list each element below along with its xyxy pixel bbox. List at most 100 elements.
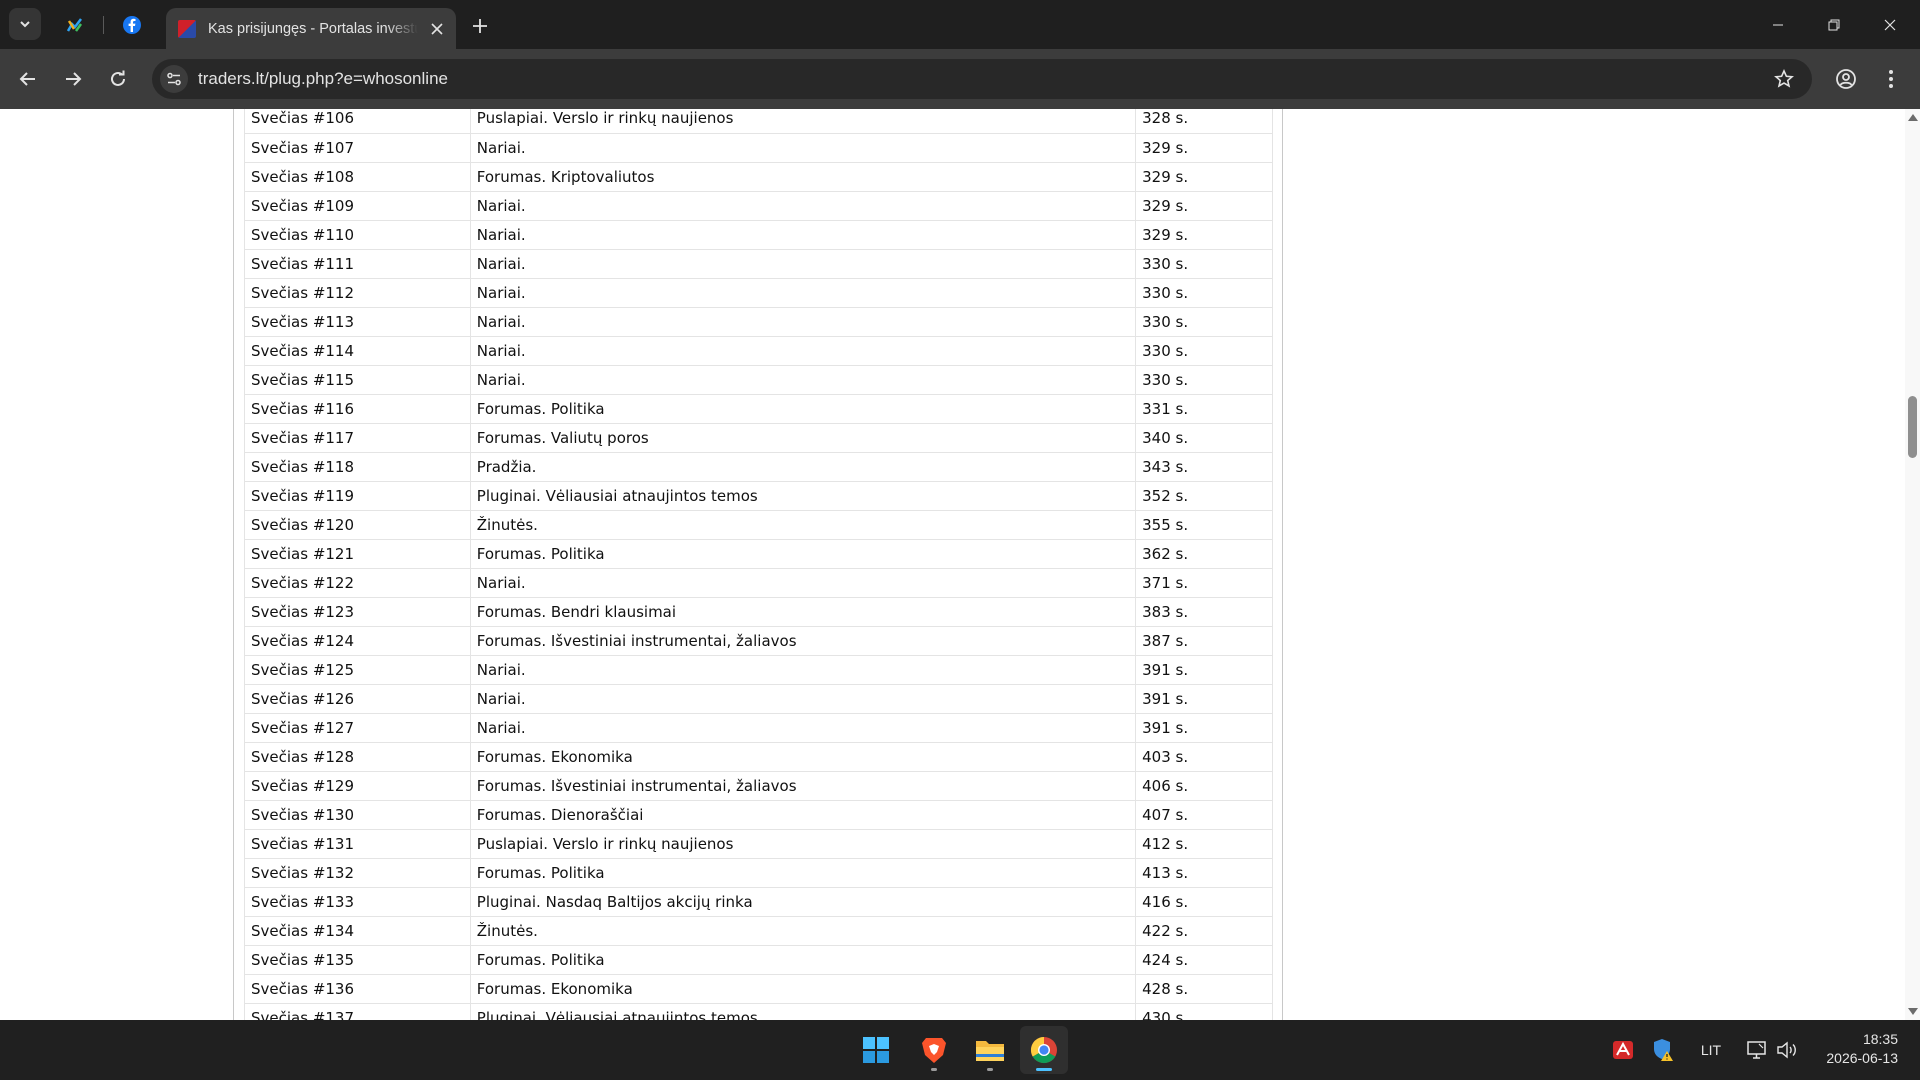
table-row: Svečias #134 Žinutės. 422 s. — [244, 916, 1273, 946]
tab-active[interactable]: Kas prisijungęs - Portalas investuotojam… — [166, 8, 456, 49]
taskbar: LIT 18:35 2026-06-13 — [0, 1020, 1920, 1080]
page-scrollbar[interactable] — [1905, 109, 1920, 1020]
tray-security[interactable] — [1648, 1020, 1678, 1080]
reload-button[interactable] — [102, 63, 134, 95]
user-name-cell: Svečias #130 — [244, 800, 471, 830]
user-name-cell: Svečias #126 — [244, 684, 471, 714]
user-name-cell: Svečias #132 — [244, 858, 471, 888]
windows-icon — [863, 1037, 889, 1063]
start-button[interactable] — [852, 1026, 900, 1074]
taskbar-file-explorer[interactable] — [966, 1026, 1014, 1074]
time-cell: 424 s. — [1135, 945, 1273, 975]
pinned-tab-facebook[interactable] — [117, 10, 147, 40]
time-cell: 430 s. — [1135, 1003, 1273, 1020]
new-tab-button[interactable] — [466, 12, 494, 40]
user-name-cell: Svečias #118 — [244, 452, 471, 482]
scrollbar-thumb[interactable] — [1908, 396, 1917, 458]
user-name-cell: Svečias #136 — [244, 974, 471, 1004]
table-row: Svečias #118 Pradžia. 343 s. — [244, 452, 1273, 482]
location-cell: Forumas. Dienoraščiai — [470, 800, 1137, 830]
forward-button[interactable] — [57, 63, 89, 95]
location-cell: Nariai. — [470, 307, 1137, 337]
taskbar-brave[interactable] — [910, 1026, 958, 1074]
location-cell: Forumas. Politika — [470, 539, 1137, 569]
language-indicator[interactable]: LIT — [1696, 1020, 1726, 1080]
tab-separator — [103, 16, 104, 34]
table-row: Svečias #112 Nariai. 330 s. — [244, 278, 1273, 308]
browser-toolbar: traders.lt/plug.php?e=whosonline — [0, 49, 1920, 109]
tray-app-icon[interactable] — [1608, 1020, 1638, 1080]
time-cell: 330 s. — [1135, 278, 1273, 308]
time-cell: 355 s. — [1135, 510, 1273, 540]
tray-volume[interactable] — [1772, 1020, 1802, 1080]
location-cell: Pradžia. — [470, 452, 1137, 482]
time-cell: 329 s. — [1135, 162, 1273, 192]
time-cell: 330 s. — [1135, 365, 1273, 395]
location-cell: Forumas. Ekonomika — [470, 742, 1137, 772]
user-name-cell: Svečias #127 — [244, 713, 471, 743]
table-row: Svečias #136 Forumas. Ekonomika 428 s. — [244, 974, 1273, 1004]
time-cell: 352 s. — [1135, 481, 1273, 511]
user-name-cell: Svečias #121 — [244, 539, 471, 569]
table-row: Svečias #137 Pluginai. Vėliausiai atnauji… — [244, 1003, 1273, 1020]
table-row: Svečias #125 Nariai. 391 s. — [244, 655, 1273, 685]
bookmark-star-icon[interactable] — [1772, 67, 1796, 91]
location-cell: Nariai. — [470, 568, 1137, 598]
table-row: Svečias #123 Forumas. Bendri klausimai 383… — [244, 597, 1273, 627]
user-name-cell: Svečias #125 — [244, 655, 471, 685]
location-cell: Nariai. — [470, 655, 1137, 685]
shield-warning-icon — [1654, 1039, 1673, 1061]
site-info-icon[interactable] — [160, 65, 188, 93]
profile-button[interactable] — [1830, 63, 1862, 95]
table-row: Svečias #109 Nariai. 329 s. — [244, 191, 1273, 221]
time-cell: 428 s. — [1135, 974, 1273, 1004]
location-cell: Puslapiai. Verslo ir rinkų naujienos — [470, 109, 1137, 134]
time-cell: 391 s. — [1135, 684, 1273, 714]
time-cell: 391 s. — [1135, 713, 1273, 743]
table-row: Svečias #124 Forumas. Išvestiniai instrum… — [244, 626, 1273, 656]
scroll-down-icon[interactable] — [1908, 1008, 1918, 1015]
time-cell: 329 s. — [1135, 191, 1273, 221]
address-bar[interactable]: traders.lt/plug.php?e=whosonline — [152, 59, 1812, 99]
folder-icon — [976, 1041, 1004, 1061]
location-cell: Nariai. — [470, 220, 1137, 250]
time-cell: 330 s. — [1135, 307, 1273, 337]
time-cell: 362 s. — [1135, 539, 1273, 569]
language-label: LIT — [1700, 1042, 1722, 1058]
pinned-tab-chart[interactable] — [60, 10, 90, 40]
tab-search-button[interactable] — [9, 8, 41, 40]
time-cell: 331 s. — [1135, 394, 1273, 424]
clock-time: 18:35 — [1862, 1031, 1898, 1047]
time-cell: 328 s. — [1135, 109, 1273, 134]
close-window-button[interactable] — [1862, 0, 1918, 49]
table-row: Svečias #120 Žinutės. 355 s. — [244, 510, 1273, 540]
whos-online-table: Svečias #106 Puslapiai. Verslo ir rinkų n… — [244, 109, 1273, 1020]
location-cell: Žinutės. — [470, 916, 1137, 946]
location-cell: Forumas. Išvestiniai instrumentai, žalia… — [470, 626, 1137, 656]
restore-button[interactable] — [1806, 0, 1862, 49]
taskbar-clock[interactable]: 18:35 2026-06-13 — [1826, 1030, 1898, 1068]
scroll-up-icon[interactable] — [1908, 114, 1918, 121]
user-name-cell: Svečias #123 — [244, 597, 471, 627]
time-cell: 391 s. — [1135, 655, 1273, 685]
brave-icon — [922, 1038, 946, 1063]
location-cell: Forumas. Ekonomika — [470, 974, 1137, 1004]
table-row: Svečias #122 Nariai. 371 s. — [244, 568, 1273, 598]
close-tab-icon[interactable] — [426, 18, 448, 40]
speaker-icon — [1777, 1041, 1796, 1059]
menu-button[interactable] — [1875, 63, 1907, 95]
time-cell: 406 s. — [1135, 771, 1273, 801]
back-button[interactable] — [12, 63, 44, 95]
taskbar-chrome[interactable] — [1020, 1026, 1068, 1074]
tray-network[interactable] — [1742, 1020, 1772, 1080]
location-cell: Žinutės. — [470, 510, 1137, 540]
table-row: Svečias #130 Forumas. Dienoraščiai 407 s. — [244, 800, 1273, 830]
location-cell: Nariai. — [470, 365, 1137, 395]
traders-favicon-icon — [178, 19, 196, 38]
minimize-button[interactable] — [1750, 0, 1806, 49]
location-cell: Pluginai. Vėliausiai atnaujintos temos — [470, 1003, 1137, 1020]
user-name-cell: Svečias #133 — [244, 887, 471, 917]
user-name-cell: Svečias #120 — [244, 510, 471, 540]
table-row: Svečias #135 Forumas. Politika 424 s. — [244, 945, 1273, 975]
network-icon — [1747, 1041, 1766, 1059]
